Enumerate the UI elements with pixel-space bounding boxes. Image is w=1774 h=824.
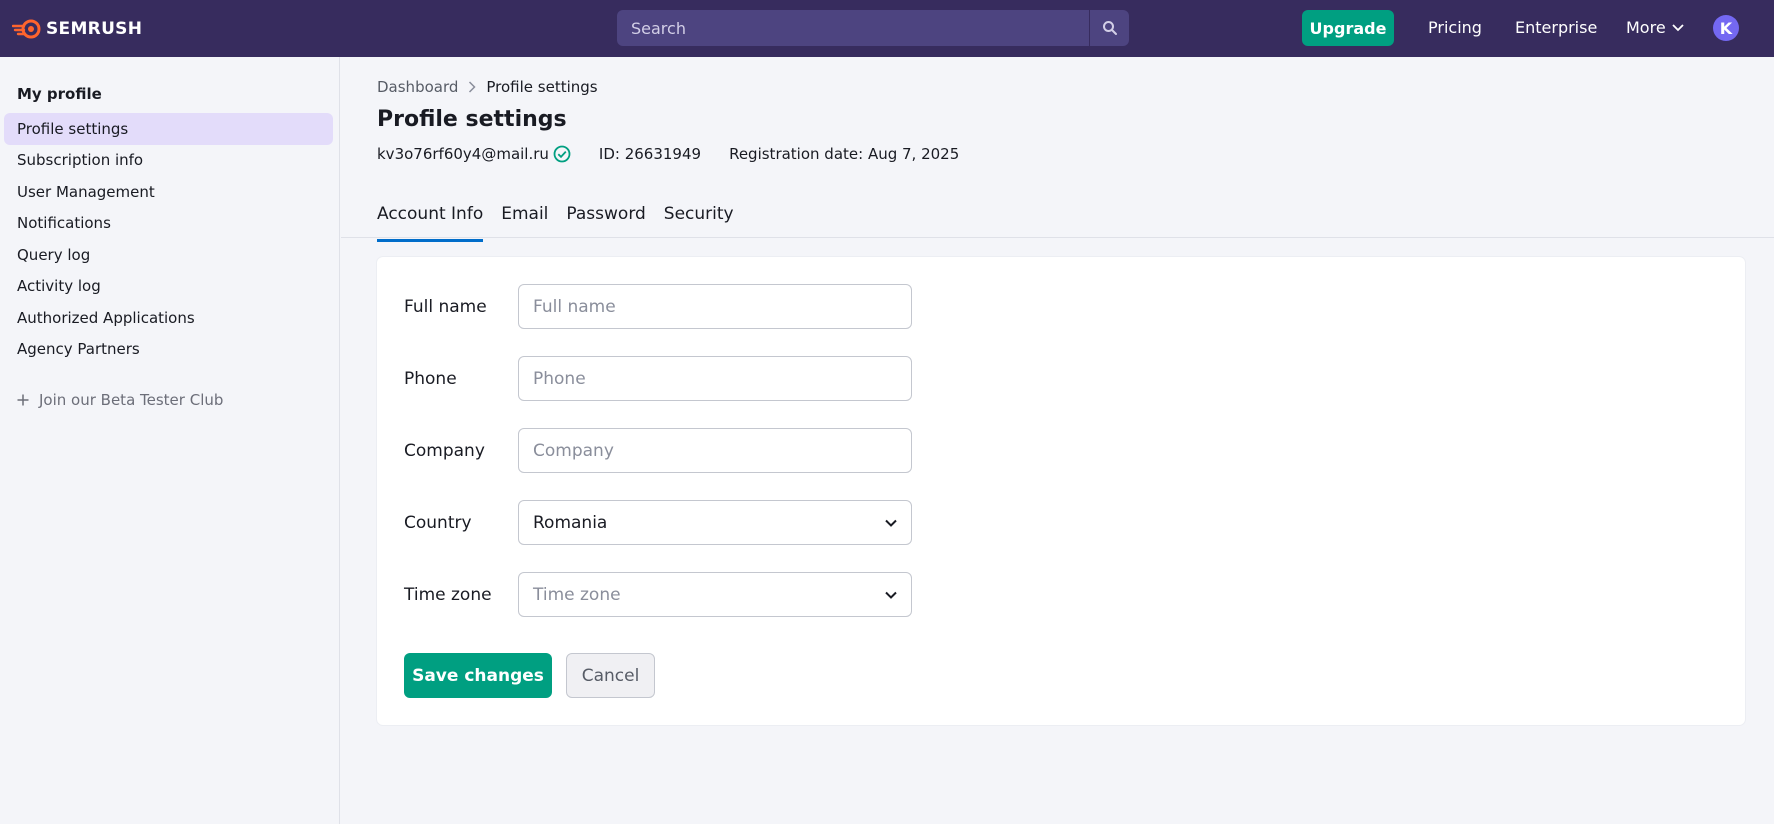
company-input[interactable]	[518, 428, 912, 473]
profile-sidebar: My profile Profile settings Subscription…	[0, 57, 340, 824]
sidebar-item-activity-log[interactable]: Activity log	[4, 271, 333, 303]
registration-date: Registration date: Aug 7, 2025	[729, 145, 960, 163]
form-row-country: Country Romania	[404, 500, 912, 545]
form-row-phone: Phone	[404, 356, 912, 401]
phone-label: Phone	[404, 368, 457, 389]
sidebar-title: My profile	[17, 85, 102, 103]
more-menu[interactable]: More	[1626, 18, 1684, 37]
account-email: kv3o76rf60y4@mail.ru	[377, 145, 549, 163]
chevron-down-icon	[885, 519, 897, 527]
country-value: Romania	[533, 512, 608, 533]
full-name-label: Full name	[404, 296, 487, 317]
full-name-input[interactable]	[518, 284, 912, 329]
time-zone-select[interactable]: Time zone	[518, 572, 912, 617]
more-label: More	[1626, 18, 1666, 37]
breadcrumb: Dashboard Profile settings	[377, 78, 598, 96]
tabs-divider	[341, 237, 1774, 238]
account-meta: kv3o76rf60y4@mail.ru ID: 26631949 Regist…	[377, 145, 959, 163]
form-row-company: Company	[404, 428, 912, 473]
user-avatar[interactable]: K	[1713, 15, 1739, 41]
form-row-full-name: Full name	[404, 284, 912, 329]
main-content: Dashboard Profile settings Profile setti…	[341, 57, 1774, 824]
time-zone-placeholder: Time zone	[533, 584, 621, 605]
pricing-link[interactable]: Pricing	[1428, 18, 1482, 37]
sidebar-item-agency-partners[interactable]: Agency Partners	[4, 334, 333, 366]
sidebar-item-authorized-applications[interactable]: Authorized Applications	[4, 302, 333, 334]
chevron-down-icon	[1672, 23, 1684, 31]
chevron-down-icon	[885, 591, 897, 599]
country-label: Country	[404, 512, 472, 533]
phone-input[interactable]	[518, 356, 912, 401]
company-label: Company	[404, 440, 485, 461]
chevron-right-icon	[469, 81, 476, 93]
country-select[interactable]: Romania	[518, 500, 912, 545]
form-row-time-zone: Time zone Time zone	[404, 572, 912, 617]
search-button[interactable]	[1089, 10, 1129, 46]
sidebar-item-subscription-info[interactable]: Subscription info	[4, 145, 333, 177]
logo-text: SEMRUSH	[46, 19, 143, 39]
beta-tester-link[interactable]: Join our Beta Tester Club	[17, 391, 223, 409]
search-input[interactable]	[617, 10, 1089, 46]
sidebar-item-profile-settings[interactable]: Profile settings	[4, 113, 333, 145]
account-id: ID: 26631949	[598, 145, 702, 163]
semrush-flame-icon	[12, 19, 41, 39]
enterprise-link[interactable]: Enterprise	[1515, 18, 1597, 37]
sidebar-item-notifications[interactable]: Notifications	[4, 208, 333, 240]
breadcrumb-current: Profile settings	[486, 78, 598, 96]
plus-icon	[17, 394, 29, 406]
breadcrumb-dashboard-link[interactable]: Dashboard	[377, 78, 458, 96]
sidebar-item-query-log[interactable]: Query log	[4, 239, 333, 271]
top-navigation-bar: SEMRUSH Upgrade Pricing Enterprise More …	[0, 0, 1774, 57]
cancel-button[interactable]: Cancel	[566, 653, 655, 698]
beta-tester-label: Join our Beta Tester Club	[39, 391, 224, 409]
time-zone-label: Time zone	[404, 584, 492, 605]
semrush-logo[interactable]: SEMRUSH	[12, 17, 142, 41]
search-icon	[1102, 21, 1117, 35]
account-info-form: Full name Phone Company Country Romania …	[377, 257, 1745, 725]
search-bar	[617, 10, 1129, 46]
sidebar-item-user-management[interactable]: User Management	[4, 176, 333, 208]
save-changes-button[interactable]: Save changes	[404, 653, 552, 698]
page-title: Profile settings	[377, 107, 567, 132]
verified-check-icon	[553, 145, 571, 163]
sidebar-menu: Profile settings Subscription info User …	[4, 113, 333, 365]
upgrade-button[interactable]: Upgrade	[1302, 10, 1394, 46]
account-email-group: kv3o76rf60y4@mail.ru	[377, 145, 571, 163]
